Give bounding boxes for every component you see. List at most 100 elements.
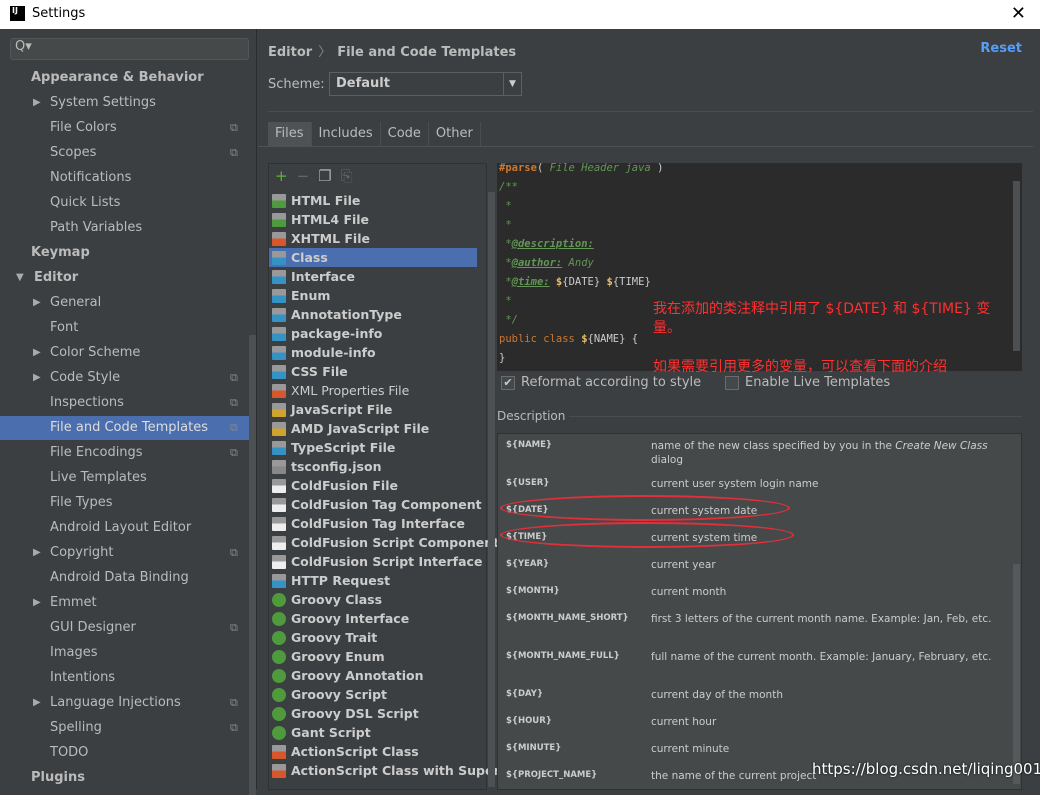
chevron-right-icon[interactable]: ▶ — [33, 341, 41, 365]
sidebar-item[interactable]: Android Layout Editor — [0, 516, 250, 540]
scheme-select[interactable]: Default ▼ — [329, 72, 522, 96]
template-item[interactable]: ColdFusion Script Interface — [269, 552, 482, 571]
sidebar-item[interactable]: ▶ Copyright ⧉ — [0, 541, 250, 565]
sidebar-item[interactable]: File Encodings ⧉ — [0, 441, 250, 465]
settings-search-input[interactable]: Q▾ — [10, 38, 249, 60]
sidebar-item[interactable]: ▼ Editor — [0, 266, 250, 290]
template-item[interactable]: AMD JavaScript File — [269, 419, 477, 438]
description-scrollbar[interactable] — [1013, 564, 1020, 784]
template-item[interactable]: XML Properties File — [269, 381, 477, 400]
template-item[interactable]: Class — [269, 248, 477, 267]
sidebar-item[interactable]: Path Variables — [0, 216, 250, 240]
template-item[interactable]: Enum — [269, 286, 477, 305]
sidebar-item[interactable]: ▶ System Settings — [0, 91, 250, 115]
template-item[interactable]: Groovy Annotation — [269, 666, 477, 685]
template-item[interactable]: Gant Script — [269, 723, 477, 742]
template-item[interactable]: ColdFusion Script Component — [269, 533, 499, 552]
template-item[interactable]: package-info — [269, 324, 477, 343]
reset-icon[interactable]: ⎘ — [341, 167, 353, 187]
copy-icon[interactable]: ❐ — [318, 167, 331, 187]
tab-other[interactable]: Other — [429, 122, 481, 146]
sidebar-item[interactable]: GUI Designer ⧉ — [0, 616, 250, 640]
template-item[interactable]: Groovy Script — [269, 685, 477, 704]
template-item[interactable]: Groovy Class — [269, 590, 477, 609]
template-item[interactable]: TypeScript File — [269, 438, 477, 457]
sidebar-item[interactable]: File Colors ⧉ — [0, 116, 250, 140]
template-item[interactable]: JavaScript File — [269, 400, 477, 419]
template-item[interactable]: Groovy DSL Script — [269, 704, 477, 723]
template-item[interactable]: Groovy Enum — [269, 647, 477, 666]
template-item[interactable]: module-info — [269, 343, 477, 362]
template-item[interactable]: Interface — [269, 267, 477, 286]
template-item[interactable]: ColdFusion Tag Interface — [269, 514, 477, 533]
sidebar-item[interactable]: Images — [0, 641, 250, 665]
template-item-label: ActionScript Class with Supers — [291, 763, 508, 778]
template-editor[interactable]: #parse( File Header java ) /** * * *@desc… — [497, 162, 1022, 375]
reformat-checkbox[interactable]: ✔ Reformat according to style — [501, 375, 701, 390]
template-item[interactable]: HTML File — [269, 191, 477, 210]
variable-name: ${MINUTE} — [506, 743, 562, 753]
variable-name: ${HOUR} — [506, 716, 552, 726]
reset-link[interactable]: Reset — [980, 41, 1022, 56]
template-item[interactable]: ColdFusion File — [269, 476, 477, 495]
template-item-label: ColdFusion File — [291, 478, 398, 493]
sidebar-item[interactable]: ▶ General — [0, 291, 250, 315]
sidebar-item[interactable]: ▶ Emmet — [0, 591, 250, 615]
template-item[interactable]: XHTML File — [269, 229, 477, 248]
chevron-right-icon[interactable]: ▶ — [33, 541, 41, 565]
sidebar-item[interactable]: Live Templates — [0, 466, 250, 490]
sidebar-item[interactable]: Appearance & Behavior — [0, 66, 250, 90]
file-type-icon — [272, 403, 286, 417]
chevron-right-icon[interactable]: ▶ — [33, 91, 41, 115]
sidebar-item[interactable]: Plugins — [0, 766, 250, 790]
breadcrumb-item[interactable]: Editor — [268, 45, 312, 60]
live-templates-checkbox[interactable]: Enable Live Templates — [725, 375, 890, 390]
list-scrollbar[interactable] — [488, 192, 495, 787]
sidebar-item[interactable]: Notifications — [0, 166, 250, 190]
sidebar-item[interactable]: Android Data Binding — [0, 566, 250, 590]
sidebar-item[interactable]: Scopes ⧉ — [0, 141, 250, 165]
template-item-label: Groovy Trait — [291, 630, 378, 645]
sidebar-item[interactable]: Keymap — [0, 241, 250, 265]
sidebar-scrollbar[interactable] — [249, 335, 256, 795]
sidebar-item[interactable]: File and Code Templates ⧉ — [0, 416, 250, 440]
template-item[interactable]: Groovy Trait — [269, 628, 477, 647]
sidebar-item-label: Appearance & Behavior — [31, 70, 204, 85]
sidebar-item[interactable]: Font — [0, 316, 250, 340]
remove-icon[interactable]: − — [297, 167, 310, 187]
template-item[interactable]: ActionScript Class — [269, 742, 477, 761]
sidebar-item[interactable]: File Types — [0, 491, 250, 515]
template-item[interactable]: HTTP Request — [269, 571, 477, 590]
chevron-right-icon[interactable]: ▶ — [33, 291, 41, 315]
chevron-right-icon[interactable]: ▶ — [33, 591, 41, 615]
tab-files[interactable]: Files — [268, 122, 312, 146]
template-item[interactable]: AnnotationType — [269, 305, 477, 324]
sidebar-item[interactable]: ▶ Code Style ⧉ — [0, 366, 250, 390]
file-type-icon — [272, 707, 286, 721]
sidebar-item[interactable]: ▶ Language Injections ⧉ — [0, 691, 250, 715]
sidebar-item[interactable]: Quick Lists — [0, 191, 250, 215]
template-item[interactable]: tsconfig.json — [269, 457, 477, 476]
sidebar-item[interactable]: TODO — [0, 741, 250, 765]
add-icon[interactable]: + — [275, 167, 288, 187]
template-item[interactable]: ActionScript Class with Supers — [269, 761, 507, 780]
close-button[interactable]: ✕ — [1011, 3, 1026, 24]
template-item[interactable]: Groovy Interface — [269, 609, 477, 628]
sidebar-item[interactable]: Spelling ⧉ — [0, 716, 250, 740]
template-item[interactable]: CSS File — [269, 362, 477, 381]
file-type-icon — [272, 308, 286, 322]
tab-code[interactable]: Code — [381, 122, 429, 146]
chevron-right-icon[interactable]: ▶ — [33, 691, 41, 715]
chevron-down-icon[interactable]: ▼ — [16, 266, 24, 290]
editor-scrollbar[interactable] — [1013, 181, 1020, 351]
chevron-right-icon[interactable]: ▶ — [33, 366, 41, 390]
sidebar-item[interactable]: Inspections ⧉ — [0, 391, 250, 415]
project-scope-icon: ⧉ — [230, 721, 238, 734]
template-item[interactable]: HTML4 File — [269, 210, 477, 229]
tab-includes[interactable]: Includes — [312, 122, 381, 146]
sidebar-item[interactable]: ▶ Color Scheme — [0, 341, 250, 365]
sidebar-item[interactable]: Intentions — [0, 666, 250, 690]
template-item[interactable]: ColdFusion Tag Component — [269, 495, 482, 514]
template-item-label: Groovy Annotation — [291, 668, 424, 683]
code-line: * — [499, 219, 512, 231]
